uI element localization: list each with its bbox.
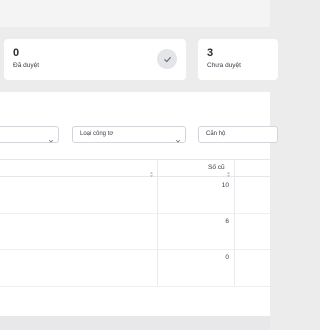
old-reading-cell: 0: [225, 254, 229, 261]
check-icon: [157, 49, 177, 69]
apartment-select[interactable]: Căn hộ: [198, 126, 278, 143]
stat-card-approved: 0 Đã duyệt: [4, 39, 186, 80]
sort-icon[interactable]: [226, 165, 231, 183]
stat-card-pending: 3 Chưa duyệt: [198, 39, 278, 80]
column-divider: [234, 159, 235, 286]
pending-count: 3: [207, 47, 214, 59]
row-divider: [0, 286, 270, 287]
chevron-down-icon: [175, 131, 181, 149]
apartment-label: Căn hộ: [206, 131, 226, 137]
chevron-down-icon: [48, 131, 54, 149]
old-reading-header[interactable]: Số cũ: [208, 164, 225, 171]
old-reading-cell: 6: [225, 218, 229, 225]
table-header: Số cũ: [0, 159, 270, 178]
old-reading-cell: 10: [221, 182, 229, 189]
row-divider: [0, 249, 270, 250]
column-divider: [157, 159, 158, 286]
approved-label: Đã duyệt: [13, 62, 40, 69]
sort-icon[interactable]: [149, 165, 154, 183]
meter-type-select[interactable]: Loại công tơ: [72, 126, 186, 143]
filter-select-1[interactable]: [0, 126, 59, 143]
approved-count: 0: [13, 47, 20, 59]
bottom-band: [0, 316, 270, 330]
pending-label: Chưa duyệt: [207, 62, 241, 69]
row-divider: [0, 213, 270, 214]
readings-panel: Loại công tơ Căn hộ Số cũ 10 6 0: [0, 92, 278, 316]
top-band: [0, 0, 270, 27]
meter-type-label: Loại công tơ: [80, 131, 114, 137]
